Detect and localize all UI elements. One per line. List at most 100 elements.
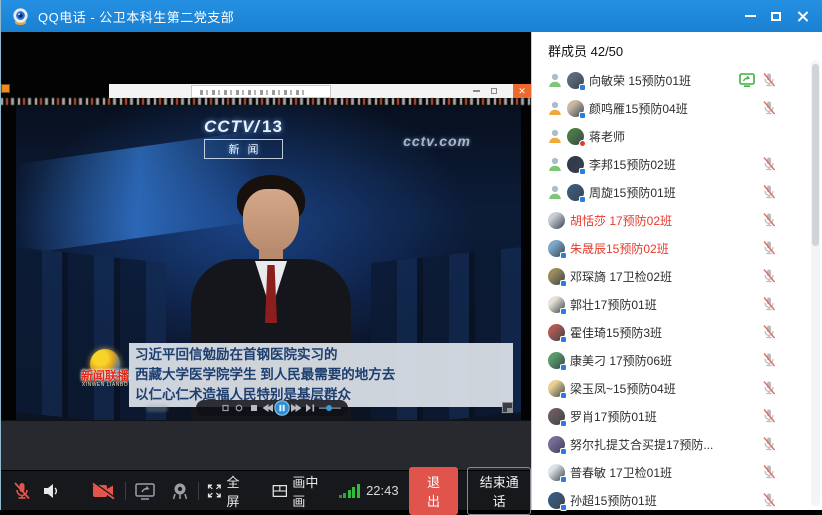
picture-in-picture-button[interactable]: 画中画 bbox=[272, 476, 325, 506]
mic-muted-icon[interactable] bbox=[761, 380, 777, 396]
shared-page-background bbox=[1, 420, 531, 470]
member-row[interactable]: 霍佳琦15预防3班 bbox=[532, 318, 822, 346]
member-count-header: 群成员 42/50 bbox=[532, 32, 822, 66]
player-stop-icon bbox=[251, 405, 257, 411]
avatar bbox=[548, 268, 565, 285]
screen-share-icon bbox=[134, 481, 156, 501]
member-row[interactable]: 李邦15预防02班 bbox=[532, 150, 822, 178]
mic-muted-icon[interactable] bbox=[761, 436, 777, 452]
shared-browser-tab bbox=[191, 85, 331, 98]
fullscreen-icon bbox=[207, 482, 222, 500]
shared-maximize-icon bbox=[487, 84, 501, 98]
fullscreen-button[interactable]: 全屏 bbox=[207, 476, 248, 506]
avatar-badge bbox=[560, 364, 567, 371]
avatar-badge bbox=[579, 168, 586, 175]
member-name: 颜鸣雁15预防04班 bbox=[589, 100, 755, 117]
mic-muted-icon[interactable] bbox=[761, 464, 777, 480]
avatar-badge bbox=[579, 140, 586, 147]
member-name: 努尔扎提艾合买提17预防... bbox=[570, 436, 755, 453]
presence-icon bbox=[548, 157, 562, 172]
member-row[interactable]: 蒋老师 bbox=[532, 122, 822, 150]
member-row[interactable]: 胡恬莎 17预防02班 bbox=[532, 206, 822, 234]
avatar bbox=[548, 212, 565, 229]
maximize-button[interactable] bbox=[763, 0, 789, 32]
mic-muted-icon[interactable] bbox=[761, 408, 777, 424]
end-call-button[interactable]: 结束通话 bbox=[467, 467, 531, 515]
avatar bbox=[567, 156, 584, 173]
member-row[interactable]: 朱晟辰15预防02班 bbox=[532, 234, 822, 262]
mic-muted-icon[interactable] bbox=[761, 212, 777, 228]
mic-muted-icon[interactable] bbox=[761, 72, 777, 88]
avatar-badge bbox=[560, 252, 567, 259]
member-name: 胡恬莎 17预防02班 bbox=[570, 212, 755, 229]
avatar bbox=[567, 184, 584, 201]
avatar bbox=[548, 352, 565, 369]
member-name: 周旋15预防01班 bbox=[589, 184, 755, 201]
player-fullscreen-icon bbox=[502, 402, 513, 413]
close-button[interactable] bbox=[789, 0, 815, 32]
sidebar-scrollbar[interactable] bbox=[811, 60, 820, 506]
member-name: 李邦15预防02班 bbox=[589, 156, 755, 173]
member-list: 向敏荣 15预防01班 bbox=[532, 66, 822, 514]
member-row[interactable]: 周旋15预防01班 bbox=[532, 178, 822, 206]
member-row[interactable]: 罗肖17预防01班 bbox=[532, 402, 822, 430]
titlebar: QQ电话 - 公卫本科生第二党支部 bbox=[1, 0, 822, 32]
avatar bbox=[548, 492, 565, 509]
member-name: 邓琛旖 17卫检02班 bbox=[570, 268, 755, 285]
shared-screen-video[interactable]: ✕ CCTV/13 新闻 cctv.com 新闻联 bbox=[1, 32, 531, 470]
member-row[interactable]: 颜鸣雁15预防04班 bbox=[532, 94, 822, 122]
mic-muted-icon[interactable] bbox=[761, 296, 777, 312]
member-row[interactable]: 邓琛旖 17卫检02班 bbox=[532, 262, 822, 290]
avatar bbox=[548, 240, 565, 257]
xinwen-lianbo-badge: 新闻联播 XINWEN LIANBO bbox=[80, 349, 130, 405]
cctv13-logo: CCTV/13 新闻 bbox=[204, 117, 283, 159]
exit-button[interactable]: 退出 bbox=[409, 467, 459, 515]
avatar-badge bbox=[560, 476, 567, 483]
window-title: QQ电话 - 公卫本科生第二党支部 bbox=[38, 7, 234, 26]
mic-muted-icon[interactable] bbox=[761, 352, 777, 368]
member-row[interactable]: 普春敏 17卫检01班 bbox=[532, 458, 822, 486]
presentation-button[interactable] bbox=[170, 476, 190, 506]
mic-muted-icon[interactable] bbox=[761, 492, 777, 508]
presence-icon bbox=[548, 185, 562, 200]
main-area: ✕ CCTV/13 新闻 cctv.com 新闻联 bbox=[1, 32, 531, 510]
minimize-button[interactable] bbox=[737, 0, 763, 32]
member-sidebar: 群成员 42/50 向敏荣 15预防01班 bbox=[531, 32, 822, 510]
avatar bbox=[548, 436, 565, 453]
mic-muted-icon[interactable] bbox=[761, 100, 777, 116]
shared-close-icon: ✕ bbox=[513, 84, 531, 98]
avatar bbox=[567, 100, 584, 117]
mic-muted-icon[interactable] bbox=[761, 268, 777, 284]
camera-off-button[interactable] bbox=[91, 476, 117, 506]
member-name: 蒋老师 bbox=[589, 128, 777, 145]
member-name: 梁玉凤~15预防04班 bbox=[570, 380, 755, 397]
qq-call-window: QQ电话 - 公卫本科生第二党支部 ✕ CCTV/13 bbox=[0, 0, 822, 510]
presence-icon bbox=[548, 73, 562, 88]
avatar bbox=[548, 408, 565, 425]
screen-share-button[interactable] bbox=[134, 476, 156, 506]
mic-muted-icon[interactable] bbox=[761, 240, 777, 256]
member-row[interactable]: 梁玉凤~15预防04班 bbox=[532, 374, 822, 402]
shared-screen-favicon bbox=[1, 84, 10, 93]
mic-muted-icon[interactable] bbox=[761, 184, 777, 200]
avatar-badge bbox=[560, 280, 567, 287]
member-row[interactable]: 康美刁 17预防06班 bbox=[532, 346, 822, 374]
mic-muted-icon[interactable] bbox=[761, 324, 777, 340]
member-name: 向敏荣 15预防01班 bbox=[589, 72, 733, 89]
member-row[interactable]: 郭壮17预防01班 bbox=[532, 290, 822, 318]
speaker-button[interactable] bbox=[41, 476, 61, 506]
toolbar-separator bbox=[198, 482, 199, 500]
mic-muted-icon bbox=[11, 480, 33, 502]
speaker-icon bbox=[41, 481, 61, 501]
tv-frame: CCTV/13 新闻 cctv.com 新闻联播 XINWEN LIANBO 习… bbox=[16, 105, 521, 420]
member-row[interactable]: 向敏荣 15预防01班 bbox=[532, 66, 822, 94]
member-row[interactable]: 努尔扎提艾合买提17预防... bbox=[532, 430, 822, 458]
mic-muted-icon[interactable] bbox=[761, 156, 777, 172]
presence-icon bbox=[548, 129, 562, 144]
microphone-muted-button[interactable] bbox=[11, 476, 33, 506]
avatar-badge bbox=[560, 392, 567, 399]
avatar bbox=[548, 464, 565, 481]
avatar bbox=[567, 128, 584, 145]
scrollbar-thumb[interactable] bbox=[812, 64, 819, 246]
avatar-badge bbox=[560, 448, 567, 455]
